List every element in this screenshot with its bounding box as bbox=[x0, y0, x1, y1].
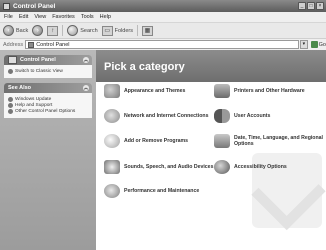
control-panel-panel-header[interactable]: Control Panel ︽ bbox=[4, 55, 92, 65]
options-icon bbox=[8, 109, 13, 114]
menu-help[interactable]: Help bbox=[100, 14, 111, 20]
windows-update-icon bbox=[8, 97, 13, 102]
accessibility-icon bbox=[214, 160, 230, 174]
network-internet-icon bbox=[104, 109, 120, 123]
go-button[interactable]: Go bbox=[310, 41, 326, 48]
category-label: Sounds, Speech, and Audio Devices bbox=[124, 164, 214, 170]
toolbar: ‹ Back › ↑ Search ▭ Folders ▦ bbox=[0, 22, 326, 39]
category-add-remove-programs[interactable]: Add or Remove Programs bbox=[104, 134, 188, 148]
forward-button[interactable]: › bbox=[32, 25, 44, 36]
maximize-button[interactable]: □ bbox=[307, 2, 315, 10]
help-support-label: Help and Support bbox=[15, 103, 53, 108]
address-label: Address bbox=[3, 41, 24, 48]
other-options-link[interactable]: Other Control Panel Options bbox=[8, 109, 88, 114]
folders-icon: ▭ bbox=[101, 25, 113, 36]
category-label: Accessibility Options bbox=[234, 164, 287, 170]
back-button[interactable]: ‹ Back bbox=[3, 25, 28, 36]
panel-title: Control Panel bbox=[20, 57, 56, 63]
toolbar-separator bbox=[137, 25, 139, 36]
performance-maintenance-icon bbox=[104, 184, 120, 198]
menu-file[interactable]: File bbox=[4, 14, 13, 20]
menu-view[interactable]: View bbox=[34, 14, 46, 20]
search-label: Search bbox=[80, 27, 98, 34]
user-accounts-icon bbox=[214, 109, 230, 123]
category-label: Network and Internet Connections bbox=[124, 113, 209, 119]
collapse-chevron-icon[interactable]: ︽ bbox=[83, 85, 89, 91]
window-title: Control Panel bbox=[13, 2, 56, 10]
category-user-accounts[interactable]: User Accounts bbox=[214, 109, 270, 123]
see-also-panel-header[interactable]: See Also ︽ bbox=[4, 83, 92, 93]
address-field[interactable]: Control Panel bbox=[25, 40, 299, 49]
category-label: Printers and Other Hardware bbox=[234, 88, 305, 94]
toolbar-separator bbox=[62, 25, 64, 36]
category-view: Pick a category Appearance and Themes Pr… bbox=[96, 50, 326, 250]
minimize-button[interactable]: _ bbox=[298, 2, 306, 10]
category-sounds-audio[interactable]: Sounds, Speech, and Audio Devices bbox=[104, 160, 213, 174]
switch-view-icon bbox=[8, 69, 13, 74]
see-also-title: See Also bbox=[8, 85, 32, 91]
windows-update-label: Windows Update bbox=[15, 97, 52, 102]
go-arrow-icon bbox=[310, 41, 318, 48]
views-button[interactable]: ▦ bbox=[142, 25, 154, 36]
up-folder-icon[interactable]: ↑ bbox=[47, 25, 59, 36]
other-options-label: Other Control Panel Options bbox=[15, 109, 76, 114]
search-icon bbox=[67, 25, 79, 36]
category-performance-maintenance[interactable]: Performance and Maintenance bbox=[104, 184, 199, 198]
help-support-link[interactable]: Help and Support bbox=[8, 103, 88, 108]
category-label: Performance and Maintenance bbox=[124, 188, 200, 194]
folders-label: Folders bbox=[114, 27, 134, 34]
task-pane: Control Panel ︽ Switch to Classic View S… bbox=[0, 50, 96, 250]
category-network-internet[interactable]: Network and Internet Connections bbox=[104, 109, 208, 123]
menu-edit[interactable]: Edit bbox=[19, 14, 28, 20]
collapse-chevron-icon[interactable]: ︽ bbox=[83, 57, 89, 63]
switch-classic-view-link[interactable]: Switch to Classic View bbox=[8, 69, 88, 74]
control-panel-panel: Control Panel ︽ Switch to Classic View bbox=[4, 55, 92, 78]
category-appearance-themes[interactable]: Appearance and Themes bbox=[104, 84, 185, 98]
windows-update-link[interactable]: Windows Update bbox=[8, 97, 88, 102]
back-arrow-icon: ‹ bbox=[3, 25, 14, 36]
control-panel-app-icon bbox=[3, 2, 10, 10]
category-printers-hardware[interactable]: Printers and Other Hardware bbox=[214, 84, 305, 98]
page-title: Pick a category bbox=[104, 61, 185, 73]
help-icon bbox=[8, 103, 13, 108]
control-panel-icon bbox=[8, 56, 17, 64]
category-accessibility[interactable]: Accessibility Options bbox=[214, 160, 287, 174]
category-label: Date, Time, Language, and Regional Optio… bbox=[234, 135, 323, 147]
address-bar: Address Control Panel ▾ Go bbox=[0, 39, 326, 50]
add-remove-programs-icon bbox=[104, 134, 120, 148]
category-label: User Accounts bbox=[234, 113, 271, 119]
close-button[interactable]: × bbox=[316, 2, 324, 10]
title-bar: Control Panel _ □ × bbox=[0, 0, 326, 12]
go-label: Go bbox=[318, 41, 326, 48]
search-button[interactable]: Search bbox=[67, 25, 98, 36]
see-also-panel: See Also ︽ Windows Update Help and Suppo… bbox=[4, 83, 92, 118]
menu-tools[interactable]: Tools bbox=[81, 14, 94, 20]
menu-favorites[interactable]: Favorites bbox=[52, 14, 75, 20]
menu-bar: File Edit View Favorites Tools Help bbox=[0, 12, 326, 22]
address-value: Control Panel bbox=[36, 41, 70, 48]
category-label: Add or Remove Programs bbox=[124, 138, 188, 144]
printers-hardware-icon bbox=[214, 84, 230, 98]
address-dropdown-icon[interactable]: ▾ bbox=[300, 40, 308, 49]
date-time-regional-icon bbox=[214, 134, 230, 148]
switch-view-label: Switch to Classic View bbox=[15, 69, 63, 74]
control-panel-icon bbox=[28, 41, 35, 48]
category-date-time-regional[interactable]: Date, Time, Language, and Regional Optio… bbox=[214, 134, 326, 148]
back-label: Back bbox=[16, 27, 29, 34]
folders-button[interactable]: ▭ Folders bbox=[101, 25, 134, 36]
category-label: Appearance and Themes bbox=[124, 88, 186, 94]
appearance-themes-icon bbox=[104, 84, 120, 98]
sounds-audio-icon bbox=[104, 160, 120, 174]
